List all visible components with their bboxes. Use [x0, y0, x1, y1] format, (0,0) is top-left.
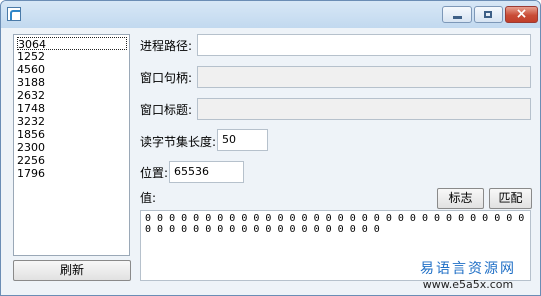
app-icon	[7, 7, 21, 21]
refresh-button[interactable]: 刷新	[13, 260, 131, 281]
value-label: 值:	[140, 191, 157, 205]
position-field[interactable]: 65536	[169, 161, 244, 183]
process-list-item[interactable]: 2632	[17, 89, 127, 102]
window-title-field	[197, 98, 531, 120]
process-list[interactable]: 3064 1252 4560 3188 2632 1748 3232 1856 2300 2256…	[13, 34, 130, 256]
process-path-field[interactable]	[197, 34, 531, 56]
watermark-url: www.e5a5x.com	[422, 278, 514, 291]
process-list-item[interactable]: 4560	[17, 63, 127, 76]
process-list-item[interactable]: 1856	[17, 128, 127, 141]
window-handle-field	[197, 66, 531, 88]
maximize-button[interactable]	[474, 6, 503, 23]
minimize-icon	[453, 16, 462, 19]
process-list-item[interactable]: 1252	[17, 50, 127, 63]
read-length-field[interactable]: 50	[217, 129, 268, 151]
process-list-item[interactable]: 2300	[17, 141, 127, 154]
window-handle-label: 窗口句柄:	[140, 71, 193, 85]
close-icon: ×	[515, 6, 528, 22]
window-title-label: 窗口标题:	[140, 103, 193, 117]
match-button[interactable]: 匹配	[489, 188, 532, 209]
process-list-item[interactable]: 2256	[17, 154, 127, 167]
read-length-label: 读字节集长度:	[140, 135, 217, 149]
process-list-item[interactable]: 3232	[17, 115, 127, 128]
process-list-item[interactable]: 1748	[17, 102, 127, 115]
flag-button[interactable]: 标志	[437, 188, 484, 209]
watermark-title: 易语言资源网	[420, 261, 516, 277]
maximize-icon	[484, 11, 492, 18]
position-label: 位置:	[140, 166, 169, 180]
minimize-button[interactable]	[442, 6, 472, 23]
process-path-label: 进程路径:	[140, 39, 193, 53]
process-list-item[interactable]: 3188	[17, 76, 127, 89]
app-window: × 3064 1252 4560 3188 2632 1748 3232 1856 2300 22…	[0, 0, 541, 296]
watermark: 易语言资源网 www.e5a5x.com	[399, 259, 537, 293]
process-list-item[interactable]: 3064	[17, 37, 127, 51]
title-bar: ×	[1, 1, 540, 28]
close-button[interactable]: ×	[505, 6, 538, 23]
process-list-item[interactable]: 1796	[17, 167, 127, 180]
